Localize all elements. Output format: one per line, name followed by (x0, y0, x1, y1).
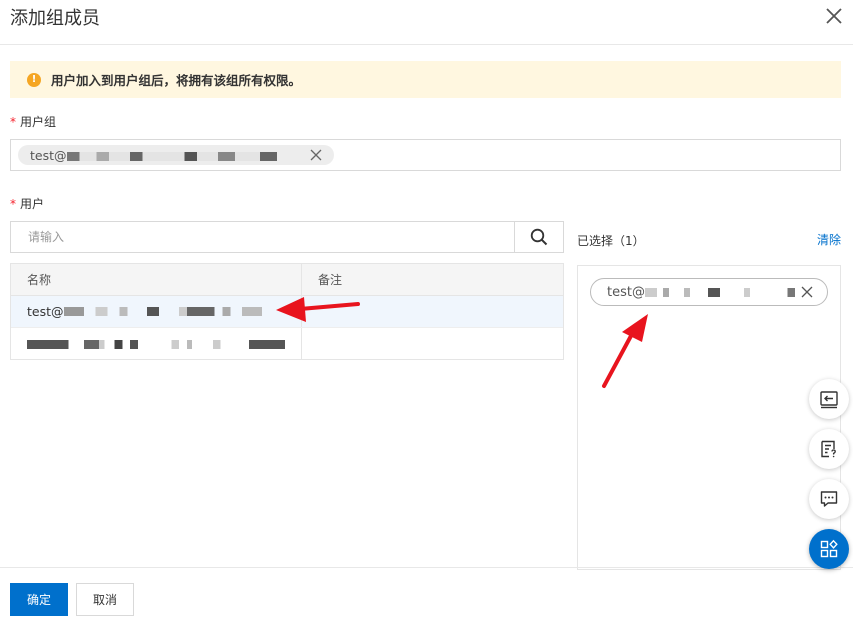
group-field-label: * 用户组 (10, 113, 56, 130)
chat-button[interactable] (809, 479, 849, 519)
user-note-cell (302, 296, 563, 327)
column-header-note: 备注 (302, 264, 563, 296)
redacted-text (27, 339, 285, 349)
remove-selected-icon[interactable] (801, 286, 813, 298)
warning-icon: ! (27, 72, 41, 87)
apps-button[interactable] (809, 529, 849, 569)
collapse-panel-icon (820, 391, 838, 409)
collapse-panel-button[interactable] (809, 379, 849, 419)
required-mark: * (10, 115, 16, 129)
group-label-text: 用户组 (20, 115, 57, 129)
header-divider (0, 44, 853, 45)
user-search-input[interactable] (10, 221, 515, 253)
user-label-text: 用户 (20, 197, 45, 211)
cancel-button[interactable]: 取消 (76, 583, 134, 616)
search-icon (530, 228, 548, 246)
selected-count-label: 已选择（1） (577, 234, 645, 248)
user-note-cell (302, 328, 563, 360)
dialog-title: 添加组成员 (10, 8, 100, 29)
remove-tag-icon[interactable] (310, 149, 322, 161)
group-tag: test@ (18, 145, 334, 165)
chat-icon (820, 491, 838, 507)
user-name-cell: test@ (11, 296, 302, 327)
required-mark: * (10, 197, 16, 211)
redacted-text (63, 307, 262, 316)
table-row[interactable]: test@ (11, 296, 563, 328)
search-button[interactable] (514, 221, 564, 253)
permission-alert: ! 用户加入到用户组后，将拥有该组所有权限。 (10, 61, 841, 98)
column-header-name: 名称 (11, 264, 302, 296)
feedback-icon (821, 440, 836, 458)
alert-text: 用户加入到用户组后，将拥有该组所有权限。 (51, 73, 302, 88)
selected-user-label: test@ (607, 285, 795, 300)
user-table: 名称 备注 test@ (10, 263, 564, 360)
selected-list (577, 265, 841, 570)
redacted-text (644, 287, 795, 297)
confirm-button[interactable]: 确定 (10, 583, 68, 616)
clear-selection-link[interactable]: 清除 (817, 231, 841, 248)
apps-icon (820, 539, 838, 558)
close-icon[interactable] (822, 4, 846, 28)
group-tag-label: test@ (30, 148, 277, 163)
selected-user-tag: test@ (590, 278, 828, 306)
table-row[interactable] (11, 328, 563, 360)
footer-divider (0, 567, 853, 568)
user-name-cell (11, 328, 302, 360)
user-field-label: * 用户 (10, 195, 44, 212)
redacted-text (66, 151, 277, 161)
feedback-button[interactable] (809, 429, 849, 469)
